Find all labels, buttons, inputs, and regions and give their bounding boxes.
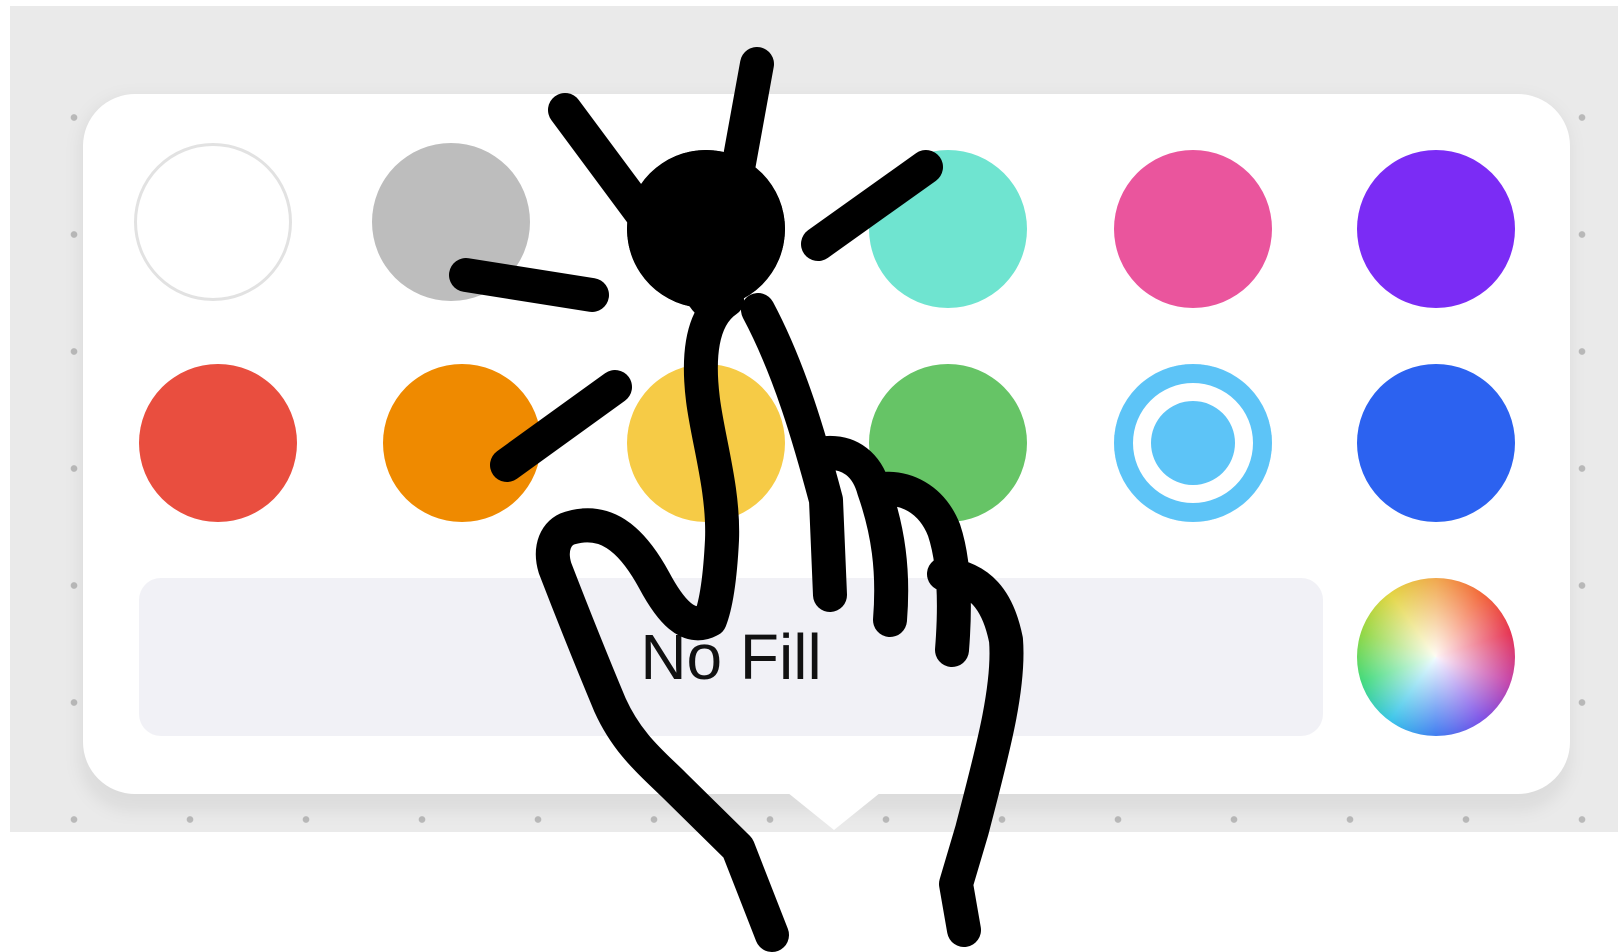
popover-arrow <box>772 780 896 830</box>
no-fill-button[interactable]: No Fill <box>139 578 1323 736</box>
no-fill-label: No Fill <box>640 621 822 693</box>
green-swatch[interactable] <box>869 364 1027 522</box>
color-wheel-icon[interactable] <box>1357 578 1515 736</box>
red-swatch[interactable] <box>139 364 297 522</box>
light-blue-swatch-selected[interactable] <box>1114 364 1272 522</box>
gray-swatch[interactable] <box>372 143 530 301</box>
white-swatch[interactable] <box>134 143 292 301</box>
orange-swatch[interactable] <box>383 364 541 522</box>
blue-swatch[interactable] <box>1357 364 1515 522</box>
purple-swatch[interactable] <box>1357 150 1515 308</box>
yellow-swatch[interactable] <box>627 364 785 522</box>
black-swatch[interactable] <box>627 150 785 308</box>
mint-swatch[interactable] <box>869 150 1027 308</box>
pink-swatch[interactable] <box>1114 150 1272 308</box>
